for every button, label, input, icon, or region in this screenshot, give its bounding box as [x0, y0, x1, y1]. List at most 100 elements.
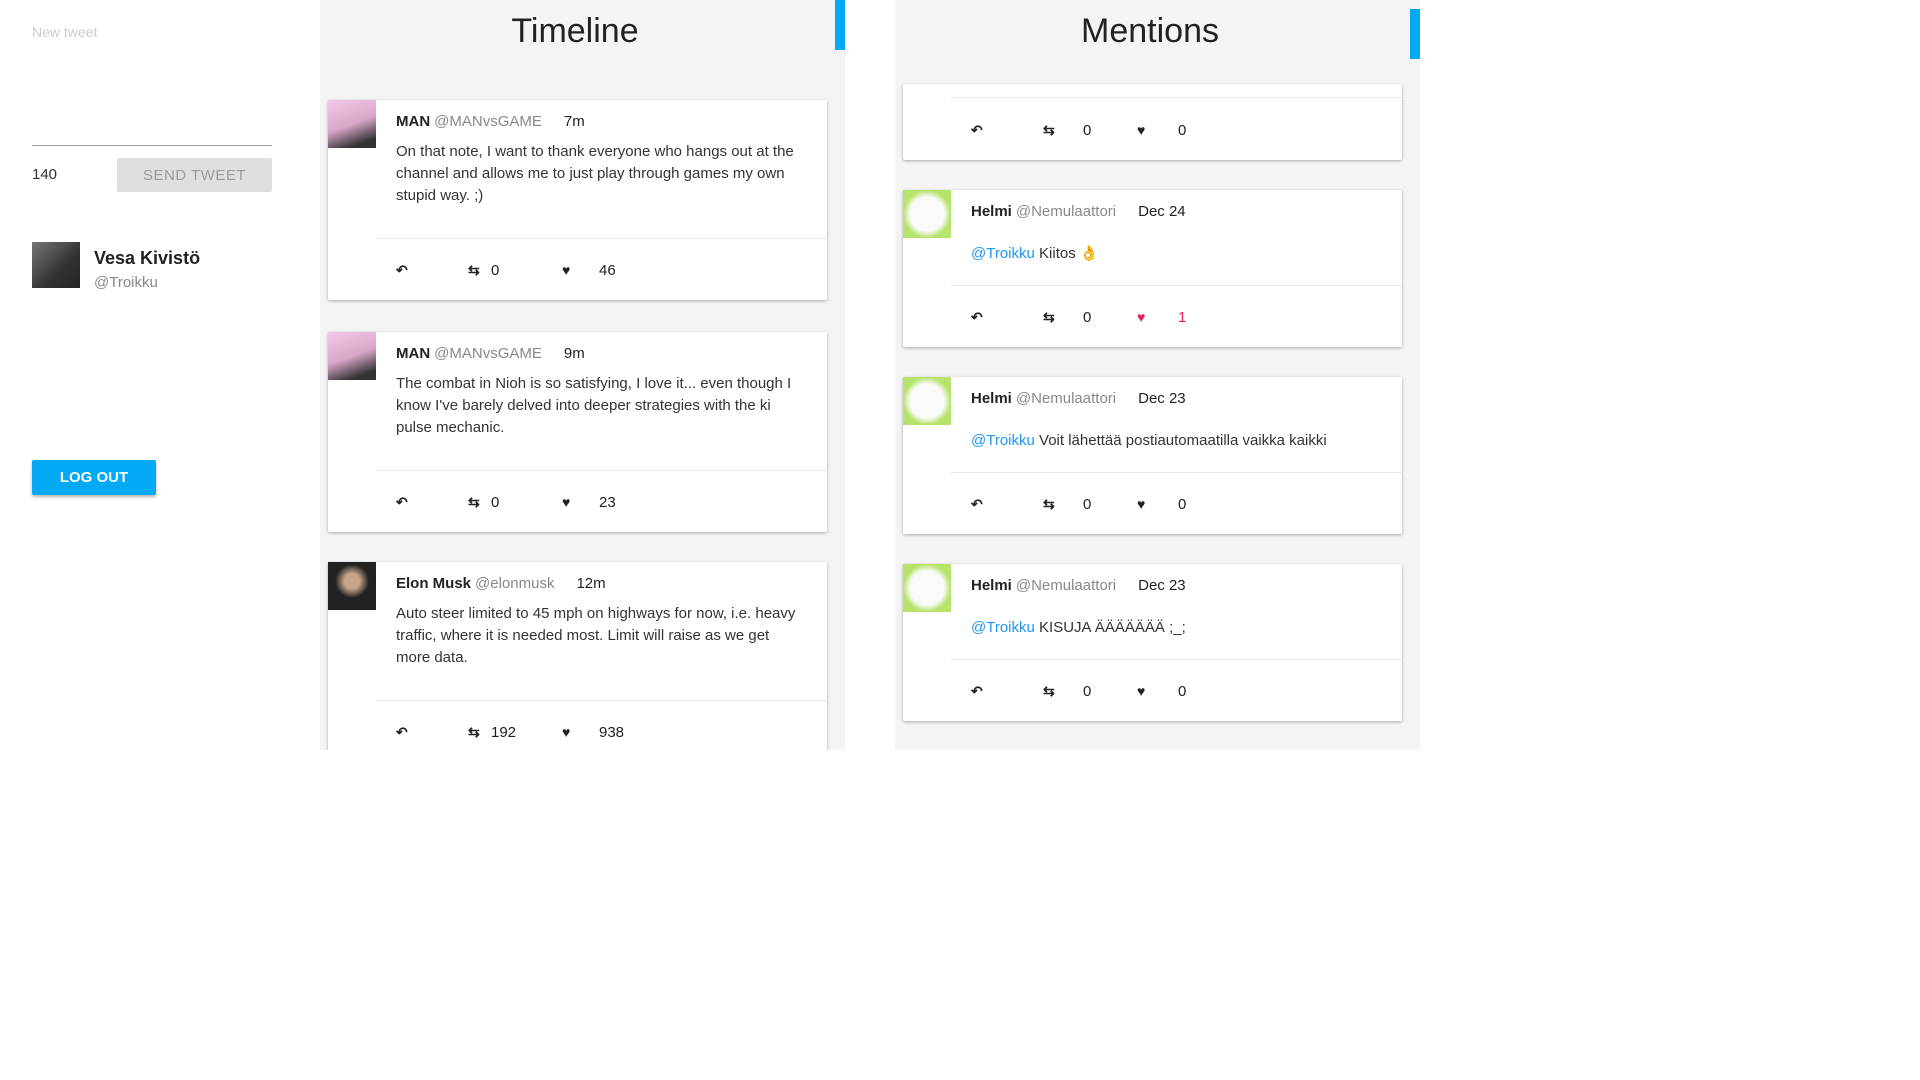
retweet-icon[interactable]: ⇆: [468, 494, 480, 511]
tweet-card: Helmi @Nemulaattori Dec 23 @Troikku Voit l…: [903, 377, 1402, 534]
tweet-body: @Troikku KISUJA ÄÄÄÄÄÄÄ ;_;: [971, 617, 1374, 639]
tweet-header: MAN @MANvsGAME 7m: [396, 113, 585, 130]
retweet-count: 192: [491, 723, 517, 741]
tweet-text: Voit lähettää postiautomaatilla vaikka k…: [1034, 432, 1327, 449]
author-handle[interactable]: @MANvsGAME: [434, 345, 542, 362]
tweet-body: @Troikku Voit lähettää postiautomaatilla…: [971, 430, 1374, 452]
divider: [951, 472, 1402, 473]
reply-icon[interactable]: ↶: [396, 724, 408, 741]
retweet-count: 0: [491, 493, 500, 511]
author-handle[interactable]: @Nemulaattori: [1016, 577, 1116, 594]
reply-icon[interactable]: ↶: [971, 683, 983, 700]
like-icon[interactable]: ♥: [1137, 309, 1145, 325]
like-icon[interactable]: ♥: [562, 262, 570, 278]
mentions-scrollbar[interactable]: [1410, 9, 1420, 59]
tweet-time: Dec 23: [1138, 390, 1186, 407]
tweet-card: Helmi @Nemulaattori Dec 24 @Troikku Kiitos…: [903, 190, 1402, 347]
reply-icon[interactable]: ↶: [971, 496, 983, 513]
author-name[interactable]: MAN: [396, 345, 430, 362]
retweet-count: 0: [1083, 495, 1092, 513]
reply-icon[interactable]: ↶: [971, 122, 983, 139]
like-icon[interactable]: ♥: [562, 724, 570, 740]
divider: [951, 285, 1402, 286]
author-name[interactable]: Helmi: [971, 390, 1012, 407]
retweet-icon[interactable]: ⇆: [1043, 496, 1055, 513]
tweet-text: The combat in Nioh is so satisfying, I l…: [396, 375, 792, 436]
tweet-time: 7m: [563, 113, 585, 130]
like-icon[interactable]: ♥: [1137, 683, 1145, 699]
author-name[interactable]: Helmi: [971, 577, 1012, 594]
author-handle[interactable]: @elonmusk: [475, 575, 554, 592]
tweet-header: Elon Musk @elonmusk 12m: [396, 575, 606, 592]
author-avatar[interactable]: [903, 377, 951, 425]
tweet-text: Kiitos 👌: [1034, 245, 1099, 262]
divider: [376, 470, 827, 471]
tweet-time: 9m: [563, 345, 585, 362]
user-name: Vesa Kivistö: [94, 248, 201, 268]
author-avatar[interactable]: [328, 332, 376, 380]
divider: [376, 700, 827, 701]
send-tweet-button[interactable]: SEND TWEET: [117, 158, 272, 192]
tweet-time: Dec 24: [1138, 203, 1186, 220]
logout-button[interactable]: LOG OUT: [32, 460, 156, 495]
mention-link[interactable]: @Troikku: [971, 245, 1035, 262]
char-counter: 140: [32, 166, 58, 183]
like-count: 0: [1178, 121, 1187, 139]
like-count: 46: [599, 261, 616, 279]
author-avatar[interactable]: [328, 562, 376, 610]
author-avatar[interactable]: [903, 564, 951, 612]
tweet-header: Helmi @Nemulaattori Dec 23: [971, 577, 1186, 594]
retweet-count: 0: [1083, 121, 1092, 139]
mention-link[interactable]: @Troikku: [971, 432, 1035, 449]
retweet-icon[interactable]: ⇆: [1043, 683, 1055, 700]
tweet-card: Elon Musk @elonmusk 12m Auto steer limited…: [328, 562, 827, 750]
tweet-body: Auto steer limited to 45 mph on highways…: [396, 603, 799, 669]
author-handle[interactable]: @Nemulaattori: [1016, 203, 1116, 220]
like-icon[interactable]: ♥: [1137, 122, 1145, 138]
divider: [951, 659, 1402, 660]
tweet-body: The combat in Nioh is so satisfying, I l…: [396, 373, 799, 439]
divider: [376, 238, 827, 239]
tweet-card-partial: ↶ ⇆ 0 ♥ 0: [903, 84, 1402, 160]
tweet-card: MAN @MANvsGAME 9m The combat in Nioh is so…: [328, 332, 827, 532]
user-avatar: [32, 242, 80, 288]
mentions-column: Mentions ↶ ⇆ 0 ♥ 0 Helmi @Nemulaattori Dec…: [895, 0, 1420, 750]
author-handle[interactable]: @MANvsGAME: [434, 113, 542, 130]
tweet-body: @Troikku Kiitos 👌: [971, 243, 1374, 265]
retweet-icon[interactable]: ⇆: [1043, 309, 1055, 326]
tweet-header: Helmi @Nemulaattori Dec 23: [971, 390, 1186, 407]
retweet-icon[interactable]: ⇆: [1043, 122, 1055, 139]
retweet-count: 0: [1083, 308, 1092, 326]
reply-icon[interactable]: ↶: [396, 262, 408, 279]
like-icon[interactable]: ♥: [1137, 496, 1145, 512]
like-count: 0: [1178, 682, 1187, 700]
tweet-text: KISUJA ÄÄÄÄÄÄÄ ;_;: [1034, 619, 1186, 636]
tweet-card: Helmi @Nemulaattori Dec 23 @Troikku KISUJA…: [903, 564, 1402, 721]
author-avatar[interactable]: [903, 190, 951, 238]
tweet-text: On that note, I want to thank everyone w…: [396, 143, 794, 204]
like-count: 938: [599, 723, 625, 741]
tweet-card: MAN @MANvsGAME 7m On that note, I want to …: [328, 100, 827, 300]
tweet-header: MAN @MANvsGAME 9m: [396, 345, 585, 362]
author-handle[interactable]: @Nemulaattori: [1016, 390, 1116, 407]
tweet-body: On that note, I want to thank everyone w…: [396, 141, 799, 207]
mention-link[interactable]: @Troikku: [971, 619, 1035, 636]
like-count: 23: [599, 493, 616, 511]
reply-icon[interactable]: ↶: [971, 309, 983, 326]
retweet-count: 0: [1083, 682, 1092, 700]
tweet-text: Auto steer limited to 45 mph on highways…: [396, 605, 796, 666]
timeline-column: Timeline MAN @MANvsGAME 7m On that note, I…: [320, 0, 845, 750]
retweet-count: 0: [491, 261, 500, 279]
like-count: 1: [1178, 308, 1187, 326]
timeline-scrollbar[interactable]: [835, 0, 845, 50]
reply-icon[interactable]: ↶: [396, 494, 408, 511]
author-avatar[interactable]: [328, 100, 376, 148]
timeline-title: Timeline: [511, 12, 639, 50]
author-name[interactable]: MAN: [396, 113, 430, 130]
like-icon[interactable]: ♥: [562, 494, 570, 510]
new-tweet-input[interactable]: [32, 24, 272, 146]
retweet-icon[interactable]: ⇆: [468, 262, 480, 279]
retweet-icon[interactable]: ⇆: [468, 724, 480, 741]
author-name[interactable]: Helmi: [971, 203, 1012, 220]
author-name[interactable]: Elon Musk: [396, 575, 471, 592]
